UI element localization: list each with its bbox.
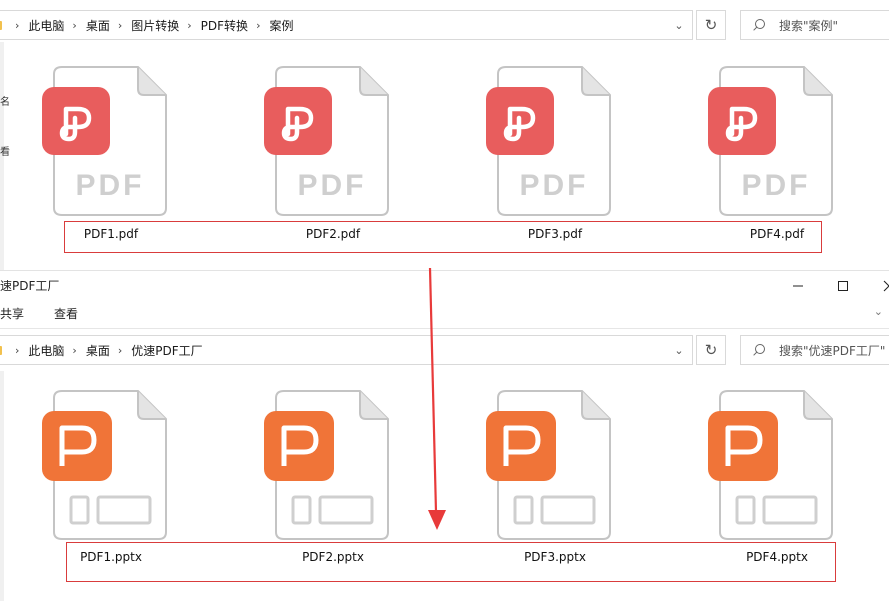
annotation-arrow	[0, 0, 889, 600]
